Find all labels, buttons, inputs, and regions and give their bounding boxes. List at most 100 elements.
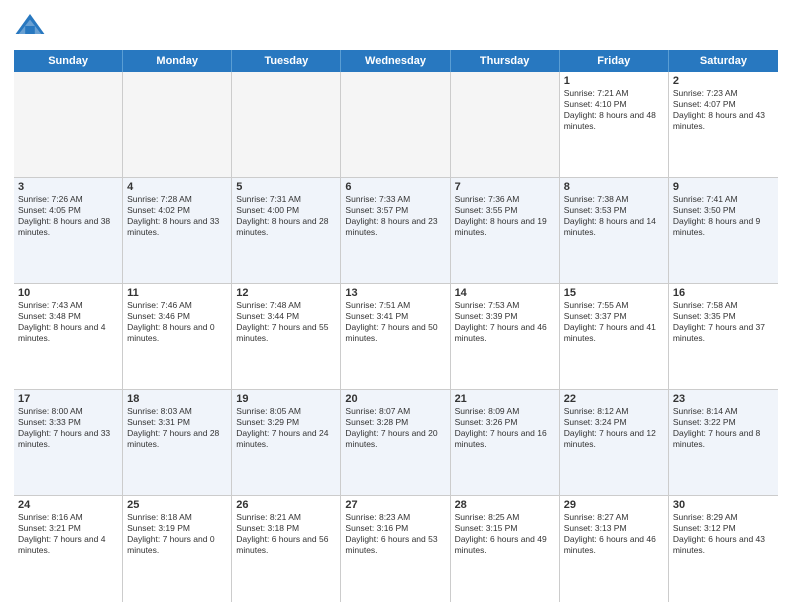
day-number: 10 <box>18 287 118 299</box>
daylight-text: Daylight: 7 hours and 46 minutes. <box>455 322 555 344</box>
sunset-text: Sunset: 3:21 PM <box>18 523 118 534</box>
sunrise-text: Sunrise: 8:03 AM <box>127 406 227 417</box>
logo <box>14 10 50 42</box>
calendar-row-3: 17Sunrise: 8:00 AMSunset: 3:33 PMDayligh… <box>14 390 778 496</box>
sunset-text: Sunset: 3:46 PM <box>127 311 227 322</box>
weekday-header-wednesday: Wednesday <box>341 50 450 72</box>
day-number: 14 <box>455 287 555 299</box>
day-number: 24 <box>18 499 118 511</box>
daylight-text: Daylight: 7 hours and 8 minutes. <box>673 428 774 450</box>
weekday-header-saturday: Saturday <box>669 50 778 72</box>
daylight-text: Daylight: 7 hours and 41 minutes. <box>564 322 664 344</box>
weekday-header-monday: Monday <box>123 50 232 72</box>
weekday-header-friday: Friday <box>560 50 669 72</box>
day-number: 13 <box>345 287 445 299</box>
sunset-text: Sunset: 3:39 PM <box>455 311 555 322</box>
daylight-text: Daylight: 7 hours and 4 minutes. <box>18 534 118 556</box>
daylight-text: Daylight: 8 hours and 4 minutes. <box>18 322 118 344</box>
calendar-cell-3-5: 22Sunrise: 8:12 AMSunset: 3:24 PMDayligh… <box>560 390 669 495</box>
day-number: 15 <box>564 287 664 299</box>
daylight-text: Daylight: 7 hours and 33 minutes. <box>18 428 118 450</box>
calendar-cell-1-5: 8Sunrise: 7:38 AMSunset: 3:53 PMDaylight… <box>560 178 669 283</box>
day-number: 30 <box>673 499 774 511</box>
sunset-text: Sunset: 3:48 PM <box>18 311 118 322</box>
sunrise-text: Sunrise: 8:09 AM <box>455 406 555 417</box>
day-number: 8 <box>564 181 664 193</box>
calendar-cell-1-4: 7Sunrise: 7:36 AMSunset: 3:55 PMDaylight… <box>451 178 560 283</box>
sunrise-text: Sunrise: 8:27 AM <box>564 512 664 523</box>
sunrise-text: Sunrise: 7:51 AM <box>345 300 445 311</box>
sunset-text: Sunset: 3:16 PM <box>345 523 445 534</box>
sunset-text: Sunset: 3:53 PM <box>564 205 664 216</box>
daylight-text: Daylight: 7 hours and 37 minutes. <box>673 322 774 344</box>
sunrise-text: Sunrise: 7:55 AM <box>564 300 664 311</box>
sunset-text: Sunset: 3:57 PM <box>345 205 445 216</box>
calendar-cell-3-0: 17Sunrise: 8:00 AMSunset: 3:33 PMDayligh… <box>14 390 123 495</box>
calendar-cell-0-6: 2Sunrise: 7:23 AMSunset: 4:07 PMDaylight… <box>669 72 778 177</box>
day-number: 27 <box>345 499 445 511</box>
sunrise-text: Sunrise: 7:48 AM <box>236 300 336 311</box>
sunset-text: Sunset: 3:13 PM <box>564 523 664 534</box>
sunrise-text: Sunrise: 8:05 AM <box>236 406 336 417</box>
weekday-header-tuesday: Tuesday <box>232 50 341 72</box>
day-number: 18 <box>127 393 227 405</box>
calendar-cell-4-1: 25Sunrise: 8:18 AMSunset: 3:19 PMDayligh… <box>123 496 232 602</box>
sunrise-text: Sunrise: 8:14 AM <box>673 406 774 417</box>
daylight-text: Daylight: 8 hours and 0 minutes. <box>127 322 227 344</box>
calendar-cell-0-2 <box>232 72 341 177</box>
sunrise-text: Sunrise: 7:21 AM <box>564 88 664 99</box>
daylight-text: Daylight: 8 hours and 19 minutes. <box>455 216 555 238</box>
sunrise-text: Sunrise: 7:28 AM <box>127 194 227 205</box>
day-number: 7 <box>455 181 555 193</box>
sunrise-text: Sunrise: 8:18 AM <box>127 512 227 523</box>
calendar-cell-0-3 <box>341 72 450 177</box>
day-number: 26 <box>236 499 336 511</box>
sunrise-text: Sunrise: 8:07 AM <box>345 406 445 417</box>
sunset-text: Sunset: 3:29 PM <box>236 417 336 428</box>
daylight-text: Daylight: 8 hours and 14 minutes. <box>564 216 664 238</box>
calendar-cell-2-2: 12Sunrise: 7:48 AMSunset: 3:44 PMDayligh… <box>232 284 341 389</box>
daylight-text: Daylight: 6 hours and 43 minutes. <box>673 534 774 556</box>
calendar-cell-1-2: 5Sunrise: 7:31 AMSunset: 4:00 PMDaylight… <box>232 178 341 283</box>
sunrise-text: Sunrise: 8:00 AM <box>18 406 118 417</box>
sunrise-text: Sunrise: 8:23 AM <box>345 512 445 523</box>
daylight-text: Daylight: 7 hours and 50 minutes. <box>345 322 445 344</box>
daylight-text: Daylight: 6 hours and 46 minutes. <box>564 534 664 556</box>
calendar-cell-4-6: 30Sunrise: 8:29 AMSunset: 3:12 PMDayligh… <box>669 496 778 602</box>
day-number: 11 <box>127 287 227 299</box>
day-number: 5 <box>236 181 336 193</box>
calendar-cell-2-1: 11Sunrise: 7:46 AMSunset: 3:46 PMDayligh… <box>123 284 232 389</box>
weekday-header-thursday: Thursday <box>451 50 560 72</box>
sunrise-text: Sunrise: 7:33 AM <box>345 194 445 205</box>
daylight-text: Daylight: 7 hours and 12 minutes. <box>564 428 664 450</box>
calendar-row-4: 24Sunrise: 8:16 AMSunset: 3:21 PMDayligh… <box>14 496 778 602</box>
sunset-text: Sunset: 4:02 PM <box>127 205 227 216</box>
calendar-cell-4-4: 28Sunrise: 8:25 AMSunset: 3:15 PMDayligh… <box>451 496 560 602</box>
calendar-cell-2-0: 10Sunrise: 7:43 AMSunset: 3:48 PMDayligh… <box>14 284 123 389</box>
sunset-text: Sunset: 3:55 PM <box>455 205 555 216</box>
day-number: 6 <box>345 181 445 193</box>
sunset-text: Sunset: 3:35 PM <box>673 311 774 322</box>
logo-icon <box>14 10 46 42</box>
sunset-text: Sunset: 3:50 PM <box>673 205 774 216</box>
day-number: 20 <box>345 393 445 405</box>
daylight-text: Daylight: 7 hours and 0 minutes. <box>127 534 227 556</box>
day-number: 22 <box>564 393 664 405</box>
day-number: 19 <box>236 393 336 405</box>
calendar-cell-0-5: 1Sunrise: 7:21 AMSunset: 4:10 PMDaylight… <box>560 72 669 177</box>
sunset-text: Sunset: 4:00 PM <box>236 205 336 216</box>
sunset-text: Sunset: 3:44 PM <box>236 311 336 322</box>
sunrise-text: Sunrise: 7:23 AM <box>673 88 774 99</box>
calendar-cell-2-5: 15Sunrise: 7:55 AMSunset: 3:37 PMDayligh… <box>560 284 669 389</box>
sunrise-text: Sunrise: 8:25 AM <box>455 512 555 523</box>
calendar-cell-2-3: 13Sunrise: 7:51 AMSunset: 3:41 PMDayligh… <box>341 284 450 389</box>
calendar-cell-3-3: 20Sunrise: 8:07 AMSunset: 3:28 PMDayligh… <box>341 390 450 495</box>
sunset-text: Sunset: 3:37 PM <box>564 311 664 322</box>
sunrise-text: Sunrise: 8:29 AM <box>673 512 774 523</box>
daylight-text: Daylight: 8 hours and 38 minutes. <box>18 216 118 238</box>
sunset-text: Sunset: 4:05 PM <box>18 205 118 216</box>
sunrise-text: Sunrise: 7:41 AM <box>673 194 774 205</box>
sunrise-text: Sunrise: 7:46 AM <box>127 300 227 311</box>
calendar-cell-1-6: 9Sunrise: 7:41 AMSunset: 3:50 PMDaylight… <box>669 178 778 283</box>
calendar-row-0: 1Sunrise: 7:21 AMSunset: 4:10 PMDaylight… <box>14 72 778 178</box>
